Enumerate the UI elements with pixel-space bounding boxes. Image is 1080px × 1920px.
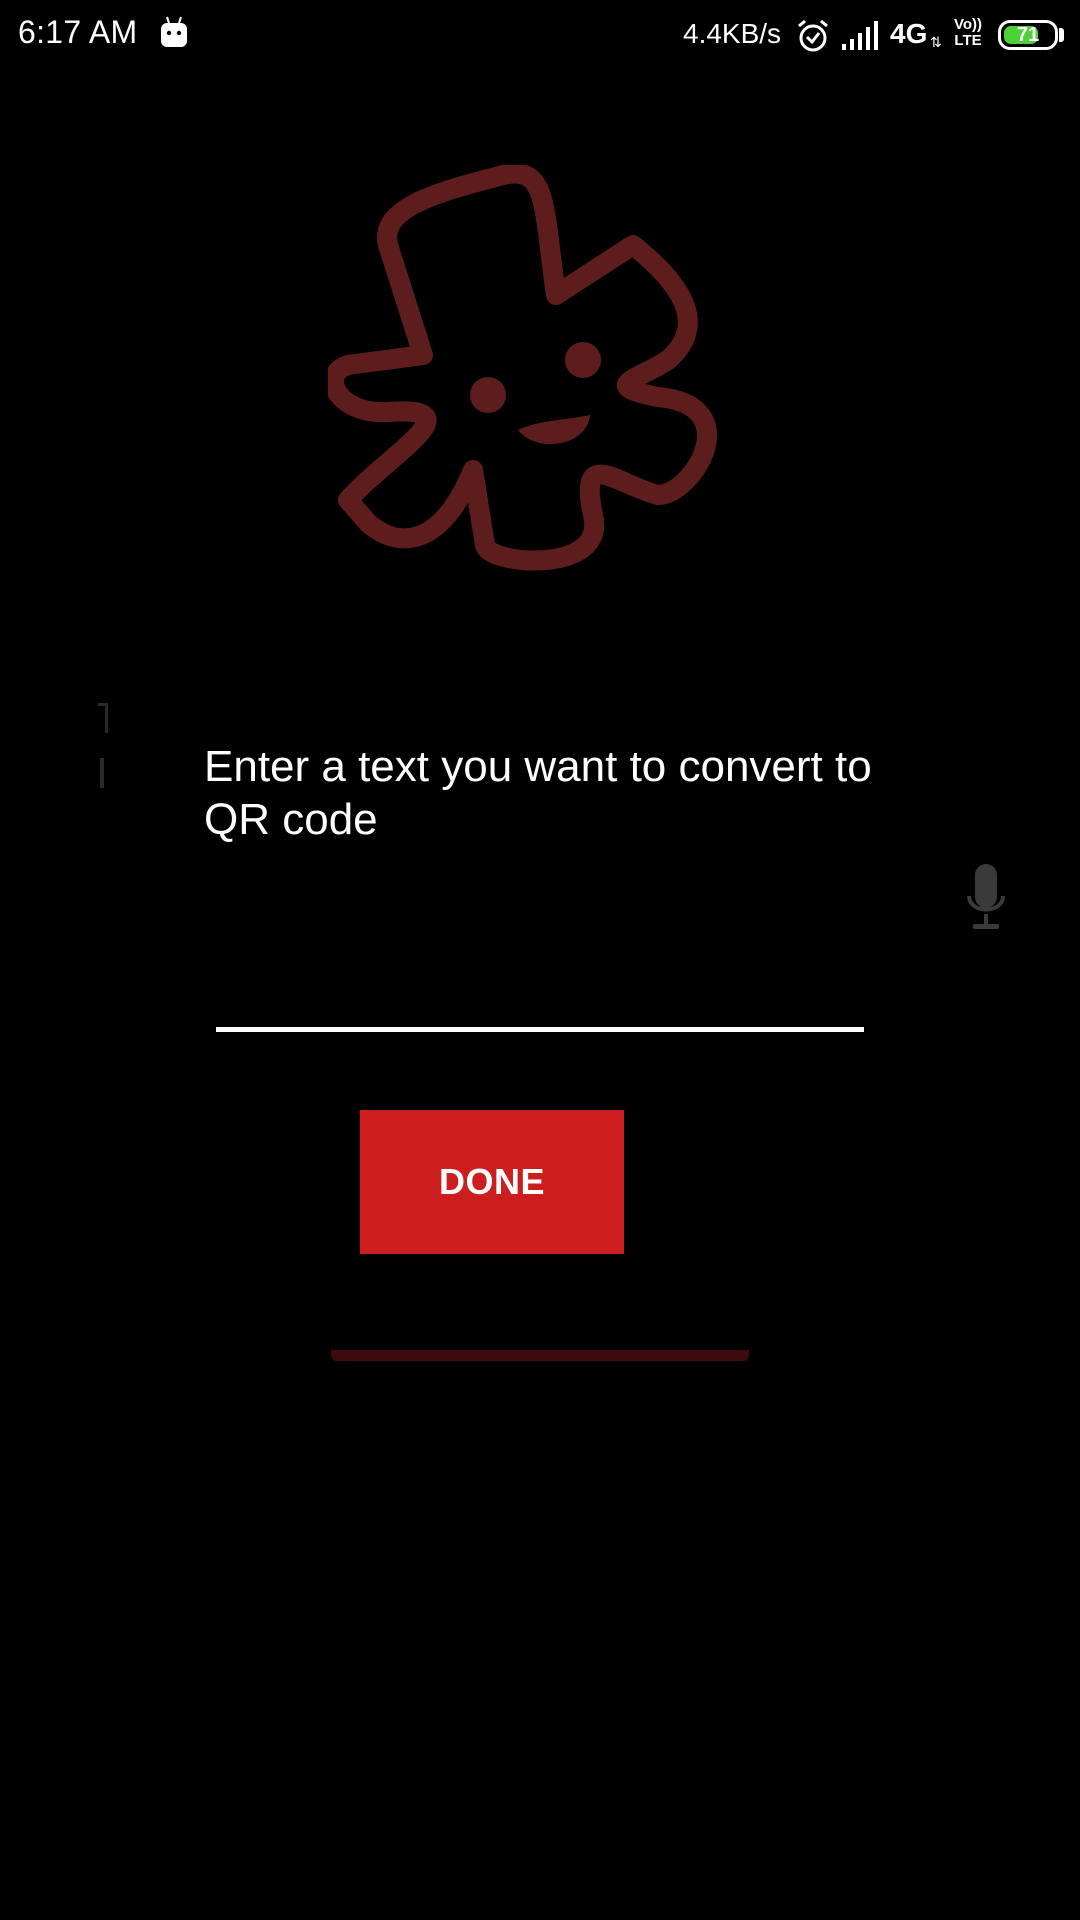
volte-line-2: LTE [954, 32, 982, 49]
android-notification-icon [161, 16, 187, 47]
data-activity-icon: ⇅ [930, 34, 942, 50]
battery-icon: 71 [998, 20, 1058, 50]
volte-indicator: Vo)) LTE [950, 17, 986, 49]
mascot-flower-logo [328, 165, 717, 571]
qr-text-input[interactable] [216, 940, 864, 1032]
done-button[interactable]: DONE [360, 1110, 624, 1254]
microphone-icon [967, 864, 1005, 929]
network-speed: 4.4KB/s [683, 18, 782, 49]
signal-icon [842, 21, 878, 50]
background-fragment [98, 703, 108, 733]
dialog-prompt: Enter a text you want to convert to QR c… [204, 742, 872, 844]
volte-line-1: Vo)) [953, 16, 983, 33]
background-fragment [100, 758, 104, 788]
network-type: 4G [890, 18, 928, 49]
status-bar: 6:17 AM 4.4KB/s 4G ⇅ Vo)) LTE 71 [0, 0, 1080, 72]
alarm-icon [798, 19, 828, 52]
background-red-bar [331, 1350, 749, 1361]
status-time: 6:17 AM [18, 14, 138, 50]
battery-tip [1059, 28, 1064, 42]
battery-level: 71 [1016, 24, 1040, 46]
